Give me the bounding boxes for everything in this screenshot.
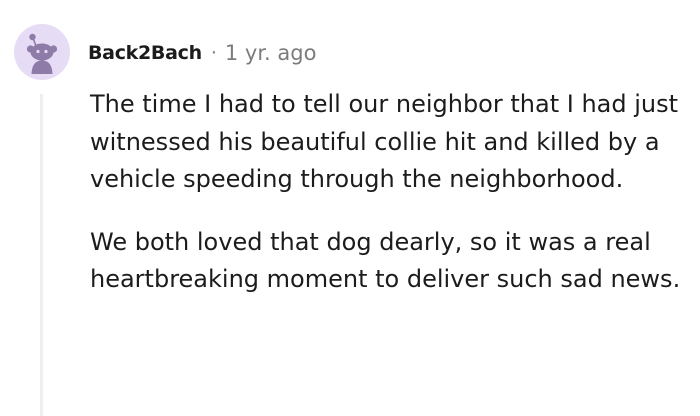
snoo-avatar-icon [14,24,70,80]
avatar[interactable] [14,24,70,80]
author-username[interactable]: Back2Bach [88,42,202,64]
comment-timestamp[interactable]: 1 yr. ago [225,41,317,65]
comment-header: Back2Bach · 1 yr. ago [88,38,316,68]
comment-paragraph-1: The time I had to tell our neighbor that… [90,90,679,193]
comment-paragraph-2: We both loved that dog dearly, so it was… [90,227,681,294]
comment-body: The time I had to tell our neighbor that… [90,86,696,299]
comment: Back2Bach · 1 yr. ago The time I had to … [0,0,700,416]
thread-line[interactable] [40,94,43,416]
meta-separator: · [210,42,217,64]
